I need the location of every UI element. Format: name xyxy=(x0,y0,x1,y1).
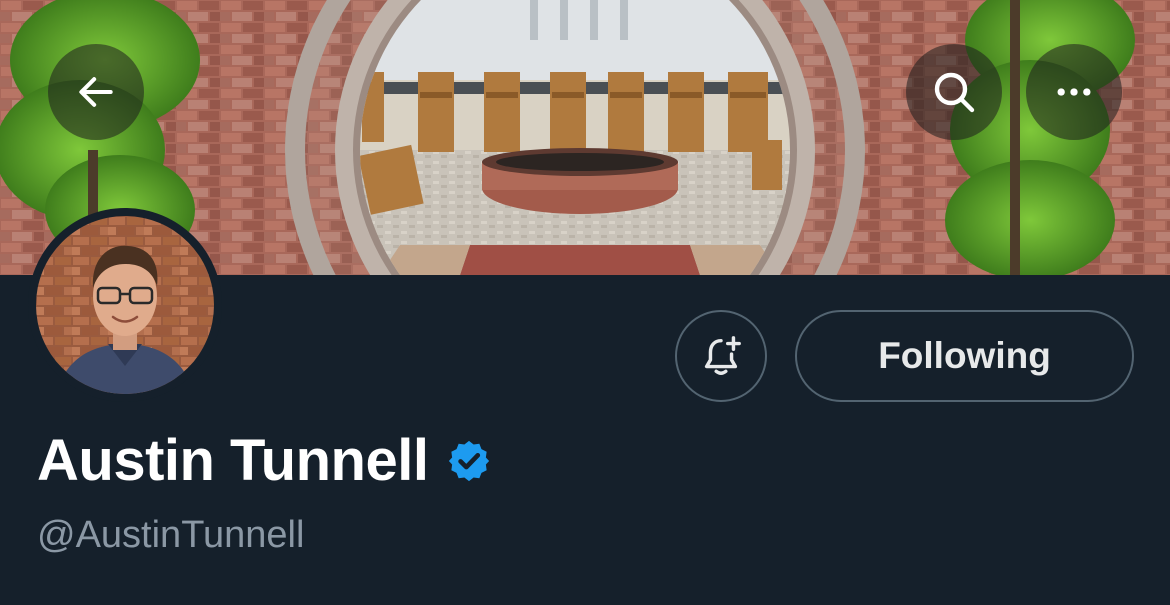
avatar[interactable] xyxy=(28,208,222,402)
avatar-image xyxy=(36,216,214,394)
more-options-button[interactable] xyxy=(1026,44,1122,140)
display-name: Austin Tunnell xyxy=(37,428,429,493)
user-handle: @AustinTunnell xyxy=(37,514,305,556)
more-horizontal-icon xyxy=(1057,88,1091,96)
profile-page: Following Austin Tunnell @AustinTunnell xyxy=(0,0,1170,605)
arrow-left-icon xyxy=(79,77,113,107)
following-label: Following xyxy=(878,335,1051,376)
bell-plus-icon xyxy=(704,336,741,375)
verified-badge-icon[interactable] xyxy=(446,438,492,484)
following-button[interactable]: Following xyxy=(795,310,1134,402)
search-icon xyxy=(934,72,975,113)
notifications-button[interactable] xyxy=(675,310,767,402)
back-button[interactable] xyxy=(48,44,144,140)
search-button[interactable] xyxy=(906,44,1002,140)
name-row: Austin Tunnell xyxy=(37,426,492,496)
